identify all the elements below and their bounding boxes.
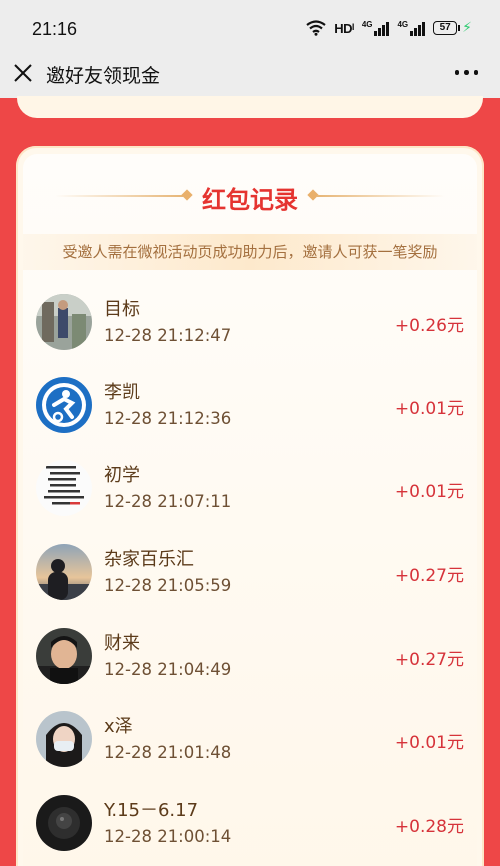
record-amount: +0.27元 — [394, 566, 464, 586]
record-amount: +0.01元 — [394, 399, 464, 419]
record-time: 12-28 21:00:14 — [104, 827, 232, 846]
record-amount: +0.28元 — [394, 817, 464, 837]
record-name: 目标 — [104, 299, 140, 320]
record-time: 12-28 21:04:49 — [104, 660, 232, 679]
record-time: 12-28 21:05:59 — [104, 576, 232, 595]
record-name: 杂家百乐汇 — [104, 549, 194, 570]
avatar — [36, 460, 92, 516]
record-name: 李凯 — [104, 382, 140, 403]
avatar — [36, 795, 92, 851]
avatar — [36, 294, 92, 350]
record-time: 12-28 21:12:47 — [104, 326, 232, 345]
list-item: 李凯 12-28 21:12:36 +0.01元 — [36, 377, 466, 457]
avatar — [36, 377, 92, 433]
record-name: 财来 — [104, 633, 140, 654]
list-item: x泽 12-28 21:01:48 +0.01元 — [36, 711, 466, 791]
record-name: 初学 — [104, 465, 140, 486]
record-list: 目标 12-28 21:12:47 +0.26元 李凯 12-28 21:12:… — [0, 0, 500, 866]
record-name: x泽 — [104, 716, 133, 737]
record-time: 12-28 21:12:36 — [104, 409, 232, 428]
list-item: 初学 12-28 21:07:11 +0.01元 — [36, 460, 466, 540]
avatar — [36, 628, 92, 684]
avatar — [36, 711, 92, 767]
record-amount: +0.27元 — [394, 650, 464, 670]
list-item: Y.15－6.17 12-28 21:00:14 +0.28元 — [36, 795, 466, 866]
list-item: 目标 12-28 21:12:47 +0.26元 — [36, 294, 466, 374]
record-amount: +0.01元 — [394, 733, 464, 753]
list-item: 杂家百乐汇 12-28 21:05:59 +0.27元 — [36, 544, 466, 624]
avatar — [36, 544, 92, 600]
record-name: Y.15－6.17 — [104, 800, 199, 821]
list-item: 财来 12-28 21:04:49 +0.27元 — [36, 628, 466, 708]
record-amount: +0.01元 — [394, 482, 464, 502]
record-time: 12-28 21:01:48 — [104, 743, 232, 762]
record-time: 12-28 21:07:11 — [104, 492, 232, 511]
record-amount: +0.26元 — [394, 316, 464, 336]
